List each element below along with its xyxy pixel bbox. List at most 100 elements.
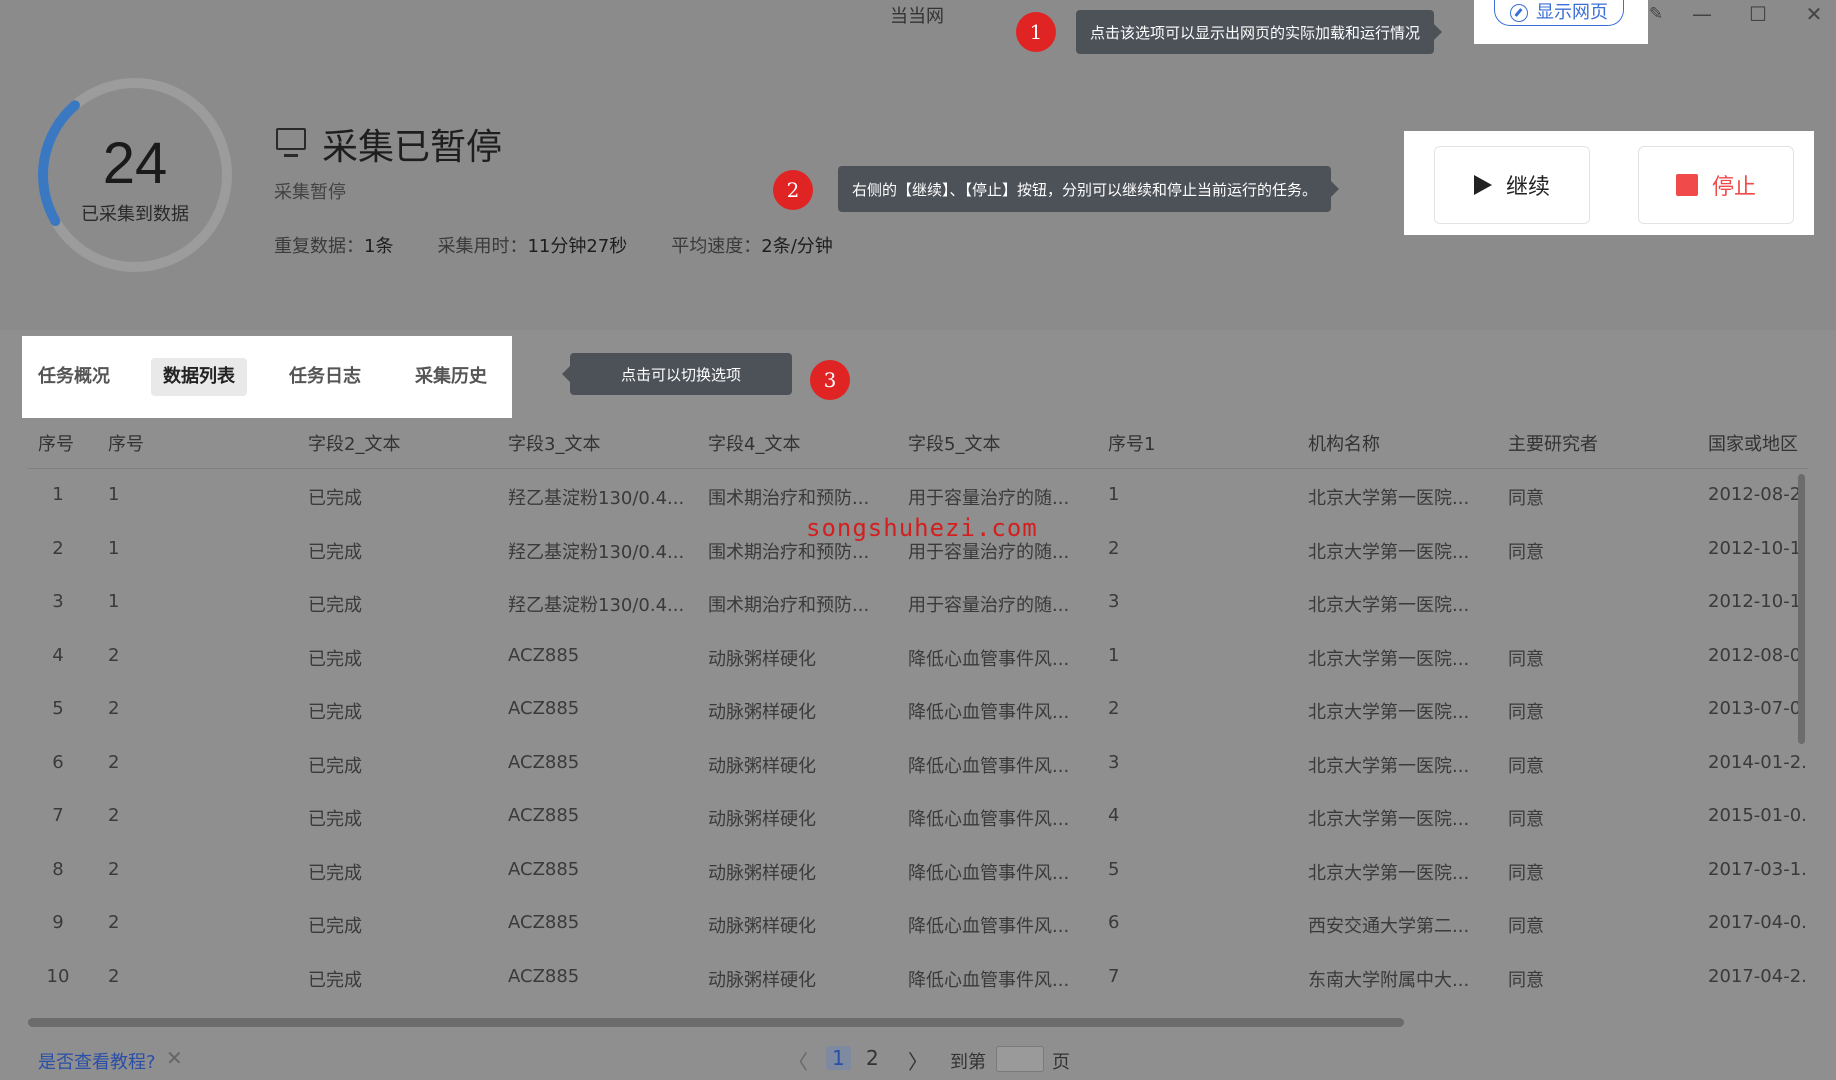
dismiss-tutorial-icon[interactable]: ✕ [166, 1046, 183, 1070]
tab-overview[interactable]: 任务概况 [26, 358, 122, 396]
table-cell: 降低心血管事件风... [908, 702, 1070, 723]
table-cell: 已完成 [308, 488, 362, 509]
table-cell: 围术期治疗和预防... [708, 595, 870, 616]
column-header[interactable]: 字段5_文本 [908, 430, 1000, 456]
table-row[interactable]: 4 2 已完成 ACZ885 动脉粥样硬化 降低心血管事件风... 1 北京大学第一医院...… [28, 645, 1808, 675]
column-header[interactable]: 国家或地区 [1708, 430, 1798, 456]
tooltip-show-webpage: 点击该选项可以显示出网页的实际加载和运行情况 [1076, 10, 1443, 54]
table-cell: 北京大学第一医院... [1308, 702, 1470, 723]
table-cell: ACZ885 [508, 858, 580, 880]
horizontal-scrollbar[interactable] [28, 1018, 1404, 1027]
table-cell: 2012-08-2... [1708, 484, 1808, 505]
table-cell: 已完成 [308, 809, 362, 830]
table-cell: 北京大学第一医院... [1308, 541, 1470, 563]
table-cell: 4 [1108, 805, 1120, 826]
collected-label: 已采集到数据 [81, 204, 189, 225]
step-badge-1: 1 [1016, 12, 1056, 52]
table-cell: 1 [108, 591, 120, 612]
table-cell: 同意 [1508, 916, 1544, 937]
table-row[interactable]: 3 1 已完成 羟乙基淀粉130/0.4... 围术期治疗和预防... 用于容量治疗的随.… [28, 591, 1808, 621]
column-header[interactable]: 字段2_文本 [308, 430, 400, 456]
table-row[interactable]: 1 1 已完成 羟乙基淀粉130/0.4... 围术期治疗和预防... 用于容量治疗的随.… [28, 484, 1808, 514]
table-cell: 2012-10-1... [1708, 591, 1808, 612]
goto-label: 到第 [950, 1052, 986, 1073]
table-cell: 羟乙基淀粉130/0.4... [508, 541, 685, 563]
table-cell: 同意 [1508, 862, 1544, 884]
table-cell: 1 [108, 484, 120, 505]
table-cell: 2017-03-1... [1708, 858, 1808, 880]
table-cell: ACZ885 [508, 698, 580, 719]
stop-button[interactable]: 停止 [1638, 146, 1794, 224]
table-row[interactable]: 10 2 已完成 ACZ885 动脉粥样硬化 降低心血管事件风... 7 东南大学附属中大..… [28, 966, 1808, 996]
window-title: 当当网 [890, 6, 944, 27]
prev-page-icon[interactable]: 〈 [788, 1046, 808, 1075]
column-header[interactable]: 机构名称 [1308, 430, 1380, 456]
progress-ring: 24 已采集到数据 [30, 70, 240, 280]
table-cell: 北京大学第一医院... [1308, 648, 1470, 670]
table-cell: 动脉粥样硬化 [708, 916, 816, 937]
view-tutorial-link[interactable]: 是否查看教程? [38, 1048, 156, 1074]
table-cell: 北京大学第一医院... [1308, 595, 1470, 616]
maximize-icon[interactable]: ☐ [1744, 2, 1772, 28]
continue-button[interactable]: 继续 [1434, 146, 1590, 224]
goto-page-input[interactable] [996, 1046, 1044, 1072]
tooltip-tabs: 点击可以切换选项 [562, 353, 792, 395]
table-cell: 3 [1108, 751, 1120, 773]
table-cell: 北京大学第一医院... [1308, 809, 1470, 830]
page-suffix: 页 [1052, 1052, 1070, 1073]
table-cell: 4 [52, 644, 64, 666]
column-header[interactable]: 字段4_文本 [708, 430, 800, 456]
table-cell: 2014-01-2... [1708, 751, 1808, 773]
table-cell: 5 [1108, 858, 1120, 880]
page-2[interactable]: 2 [866, 1046, 879, 1070]
column-header[interactable]: 字段3_文本 [508, 430, 600, 456]
table-cell: 降低心血管事件风... [908, 755, 1070, 777]
table-cell: 东南大学附属中大... [1308, 969, 1470, 991]
table-row[interactable]: 8 2 已完成 ACZ885 动脉粥样硬化 降低心血管事件风... 5 北京大学第一医院...… [28, 859, 1808, 889]
stats-row: 重复数据：1条 采集用时：11分钟27秒 平均速度：2条/分钟 [274, 232, 833, 258]
status-title: 采集已暂停 [322, 127, 503, 168]
table-cell: 动脉粥样硬化 [708, 755, 816, 777]
column-header[interactable]: 序号1 [1108, 430, 1155, 456]
minimize-icon[interactable]: — [1688, 2, 1716, 28]
close-icon[interactable]: ✕ [1800, 2, 1828, 28]
column-header[interactable]: 主要研究者 [1508, 430, 1598, 456]
table-cell: ACZ885 [508, 912, 580, 933]
tab-data-list[interactable]: 数据列表 [151, 358, 247, 396]
table-cell: 2013-07-0... [1708, 698, 1808, 719]
tab-task-log[interactable]: 任务日志 [277, 358, 373, 396]
table-row[interactable]: 6 2 已完成 ACZ885 动脉粥样硬化 降低心血管事件风... 3 北京大学第一医院...… [28, 752, 1808, 782]
column-header[interactable]: 序号 [108, 430, 144, 456]
vertical-scrollbar[interactable] [1798, 474, 1805, 744]
column-header[interactable]: 序号 [38, 430, 74, 456]
stat-elapsed: 采集用时：11分钟27秒 [437, 236, 628, 257]
table-cell: 同意 [1508, 488, 1544, 509]
table-cell: 同意 [1508, 969, 1544, 991]
table-cell: 1 [1108, 644, 1120, 666]
table-cell: 已完成 [308, 916, 362, 937]
stat-duplicates: 重复数据：1条 [274, 236, 394, 257]
step-badge-2: 2 [773, 170, 813, 210]
compass-icon [1510, 3, 1528, 22]
table-cell: 同意 [1508, 541, 1544, 563]
table-row[interactable]: 2 1 已完成 羟乙基淀粉130/0.4... 围术期治疗和预防... 用于容量治疗的随.… [28, 538, 1808, 568]
table-cell: 动脉粥样硬化 [708, 702, 816, 723]
table-cell: 降低心血管事件风... [908, 809, 1070, 830]
next-page-icon[interactable]: 〉 [908, 1046, 928, 1075]
table-cell: 7 [52, 805, 64, 826]
page-1[interactable]: 1 [826, 1046, 851, 1070]
table-cell: 3 [52, 591, 64, 612]
play-icon [1473, 175, 1492, 195]
table-cell: 2012-10-1... [1708, 537, 1808, 559]
edit-icon[interactable]: ✎ [1642, 2, 1670, 28]
show-webpage-button[interactable]: 显示网页 [1494, 0, 1624, 26]
table-row[interactable]: 9 2 已完成 ACZ885 动脉粥样硬化 降低心血管事件风... 6 西安交通大学第二...… [28, 912, 1808, 942]
table-row[interactable]: 5 2 已完成 ACZ885 动脉粥样硬化 降低心血管事件风... 2 北京大学第一医院...… [28, 698, 1808, 728]
table-cell: 1 [52, 484, 64, 505]
table-cell: ACZ885 [508, 751, 580, 773]
header-divider [28, 468, 1808, 469]
table-row[interactable]: 7 2 已完成 ACZ885 动脉粥样硬化 降低心血管事件风... 4 北京大学第一医院...… [28, 805, 1808, 835]
tab-history[interactable]: 采集历史 [403, 358, 499, 396]
table-cell: 2 [52, 537, 64, 559]
table-cell: 2 [108, 698, 120, 719]
